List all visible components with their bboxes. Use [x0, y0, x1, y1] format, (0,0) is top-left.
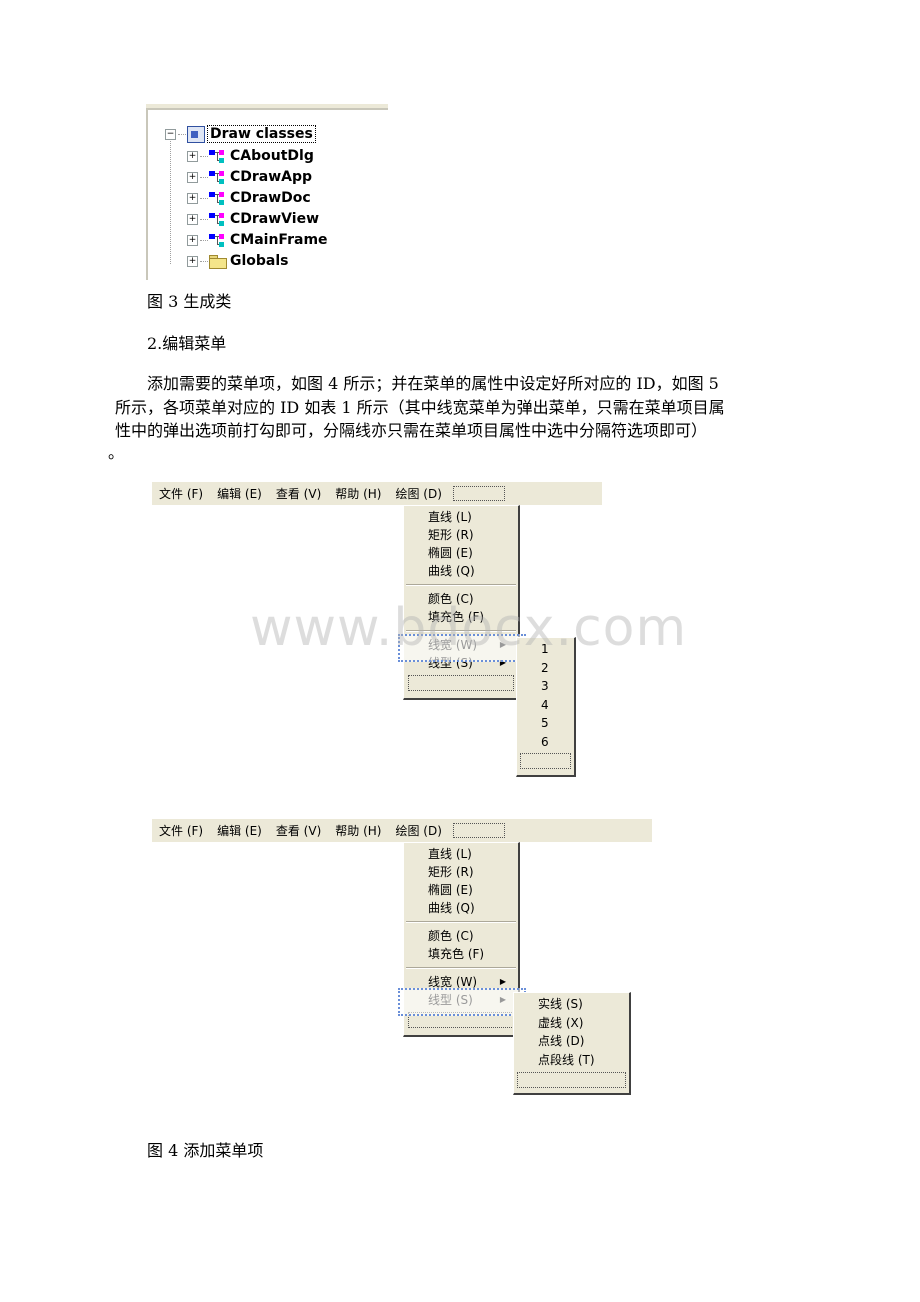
menu-bar: 文件 (F) 编辑 (E) 查看 (V) 帮助 (H) 绘图 (D): [152, 819, 652, 842]
tree-connector: [200, 197, 208, 199]
expand-icon[interactable]: +: [187, 213, 198, 225]
menu-item-ellipse[interactable]: 椭圆 (E): [404, 881, 518, 899]
menu-help[interactable]: 帮助 (H): [328, 485, 388, 502]
tree-item[interactable]: + CDrawApp: [187, 167, 312, 187]
menu-item-rectangle[interactable]: 矩形 (R): [404, 526, 518, 544]
tree-item-label: CDrawApp: [230, 169, 313, 185]
figure3-caption: 图 3 生成类: [147, 292, 232, 311]
line-style-submenu: 实线 (S) 虚线 (X) 点线 (D) 点段线 (T): [513, 992, 631, 1095]
menu-edit[interactable]: 编辑 (E): [210, 485, 269, 502]
tree-item[interactable]: + CDrawView: [187, 209, 319, 229]
expand-icon[interactable]: +: [187, 234, 198, 246]
menu-draw[interactable]: 绘图 (D): [388, 485, 448, 502]
tree-item-label: CDrawDoc: [230, 190, 311, 206]
tree-item[interactable]: + CAboutDlg: [187, 146, 314, 166]
figure4-caption: 图 4 添加菜单项: [147, 1141, 264, 1160]
submenu-item-dot[interactable]: 点线 (D): [514, 1032, 629, 1051]
tree-item-label: CDrawView: [230, 211, 319, 227]
class-icon: [209, 149, 227, 163]
tree-item[interactable]: + CDrawDoc: [187, 188, 311, 208]
submenu-item[interactable]: 6: [517, 733, 574, 752]
menu-help[interactable]: 帮助 (H): [328, 822, 388, 839]
menu-item-curve[interactable]: 曲线 (Q): [404, 562, 518, 580]
tree-connector: [178, 133, 186, 135]
menu-item-label: 线宽 (W): [428, 975, 478, 989]
new-menu-placeholder[interactable]: [452, 486, 505, 501]
class-icon: [209, 233, 227, 247]
new-item-placeholder[interactable]: [520, 753, 571, 769]
selection-highlight: [398, 988, 526, 1016]
tree-root-draw-classes[interactable]: − Draw classes: [165, 124, 316, 144]
tree-item[interactable]: + Globals: [187, 251, 289, 271]
menu-item-line[interactable]: 直线 (L): [404, 508, 518, 526]
line-width-submenu: 1 2 3 4 5 6: [516, 637, 576, 777]
menu-item-color[interactable]: 颜色 (C): [404, 927, 518, 945]
class-icon: [209, 212, 227, 226]
menu-separator: [406, 584, 516, 586]
submenu-item[interactable]: 2: [517, 659, 574, 678]
section-heading: 2.编辑菜单: [147, 334, 227, 353]
menu-separator: [406, 921, 516, 923]
menu-item-curve[interactable]: 曲线 (Q): [404, 899, 518, 917]
menu-separator: [406, 967, 516, 969]
submenu-item[interactable]: 1: [517, 640, 574, 659]
menu-item-color[interactable]: 颜色 (C): [404, 590, 518, 608]
submenu-item[interactable]: 4: [517, 696, 574, 715]
tree-connector: [200, 176, 208, 178]
tree-connector: [200, 260, 208, 262]
menu-item-fill-color[interactable]: 填充色 (F): [404, 945, 518, 963]
expand-icon[interactable]: +: [187, 255, 198, 267]
menu-item-fill-color[interactable]: 填充色 (F): [404, 608, 518, 626]
expand-icon[interactable]: +: [187, 171, 198, 183]
folder-icon: [209, 254, 227, 269]
paragraph-line: 。: [108, 443, 125, 462]
tree-connector: [200, 155, 208, 157]
tree-connector: [200, 218, 208, 220]
tree-item-label: CMainFrame: [230, 232, 328, 248]
submenu-item-dashdot[interactable]: 点段线 (T): [514, 1051, 629, 1070]
submenu-item[interactable]: 5: [517, 714, 574, 733]
collapse-icon[interactable]: −: [165, 128, 176, 140]
expand-icon[interactable]: +: [187, 192, 198, 204]
expand-icon[interactable]: +: [187, 150, 198, 162]
menu-view[interactable]: 查看 (V): [269, 822, 328, 839]
new-item-placeholder[interactable]: [408, 675, 514, 691]
submenu-item-solid[interactable]: 实线 (S): [514, 995, 629, 1014]
tree-root-label: Draw classes: [207, 125, 316, 143]
menu-item-line[interactable]: 直线 (L): [404, 845, 518, 863]
class-icon: [209, 191, 227, 205]
project-icon: [187, 125, 205, 143]
menu-bar: 文件 (F) 编辑 (E) 查看 (V) 帮助 (H) 绘图 (D): [152, 482, 602, 505]
menu-item-rectangle[interactable]: 矩形 (R): [404, 863, 518, 881]
tree-connector: [200, 239, 208, 241]
paragraph-line: 性中的弹出选项前打勾即可，分隔线亦只需在菜单项目属性中选中分隔符选项即可）: [115, 421, 708, 440]
menu-file[interactable]: 文件 (F): [152, 822, 210, 839]
tree-item-label: CAboutDlg: [230, 148, 314, 164]
submenu-item-dash[interactable]: 虚线 (X): [514, 1014, 629, 1033]
new-item-placeholder[interactable]: [517, 1072, 626, 1088]
submenu-item[interactable]: 3: [517, 677, 574, 696]
menu-view[interactable]: 查看 (V): [269, 485, 328, 502]
menu-edit[interactable]: 编辑 (E): [210, 822, 269, 839]
paragraph-line: 所示，各项菜单对应的 ID 如表 1 所示（其中线宽菜单为弹出菜单，只需在菜单项…: [115, 398, 725, 417]
menu-file[interactable]: 文件 (F): [152, 485, 210, 502]
paragraph-line: 添加需要的菜单项，如图 4 所示；并在菜单的属性中设定好所对应的 ID，如图 5: [147, 374, 719, 393]
draw-menu: 直线 (L) 矩形 (R) 椭圆 (E) 曲线 (Q) 颜色 (C) 填充色 (…: [403, 505, 520, 700]
tree-item-label: Globals: [230, 253, 289, 269]
tree-guide-line: [170, 132, 171, 264]
menu-item-ellipse[interactable]: 椭圆 (E): [404, 544, 518, 562]
class-icon: [209, 170, 227, 184]
new-menu-placeholder[interactable]: [452, 823, 505, 838]
menu-draw[interactable]: 绘图 (D): [388, 822, 448, 839]
tree-item[interactable]: + CMainFrame: [187, 230, 328, 250]
menu-separator: [406, 630, 516, 632]
selection-highlight: [398, 634, 526, 662]
class-view-tree: − Draw classes + CAboutDlg + CDrawApp + …: [146, 104, 388, 280]
